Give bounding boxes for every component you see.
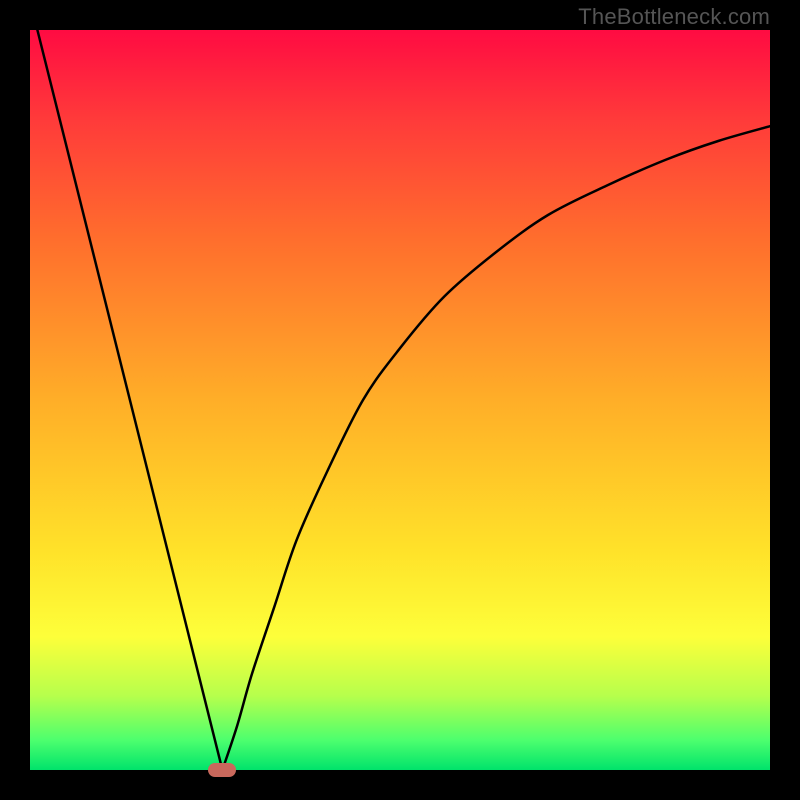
right-curve-path: [222, 126, 770, 770]
curve-svg: [30, 30, 770, 770]
watermark-text: TheBottleneck.com: [578, 4, 770, 30]
bottleneck-marker: [208, 763, 236, 777]
plot-area: [30, 30, 770, 770]
left-line-path: [37, 30, 222, 770]
chart-frame: TheBottleneck.com: [0, 0, 800, 800]
